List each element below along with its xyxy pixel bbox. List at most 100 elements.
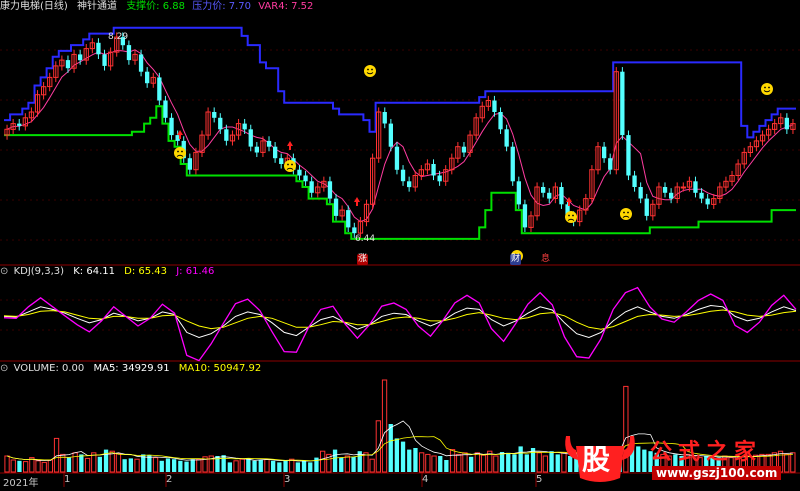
volume-bar [128,458,133,472]
volume-bar [438,456,443,472]
panel-menu-icon[interactable]: ⊙ [0,363,8,374]
event-badge-finance[interactable]: 财 [510,254,521,265]
candle [400,169,406,182]
event-badge-dividend[interactable]: 息 [540,254,551,265]
candle [327,181,333,199]
face-eye [768,86,770,89]
volume-bar [339,457,344,472]
volume-title: VOLUME: 0.00 [13,363,85,374]
volume-bar [283,460,288,472]
indicator-name: 神针通道 [77,1,117,12]
volume-bar [462,452,468,473]
volume-bar [53,437,60,473]
candle [78,54,83,61]
candle [638,187,643,199]
volume-bar [332,449,338,472]
stock-title: 康力电梯(日线) [0,1,68,12]
volume-bar [295,462,300,472]
candle [297,169,302,176]
volume-bar [308,462,313,472]
face-eye [291,163,293,166]
face-eye [623,211,625,214]
volume-bar [413,448,418,472]
volume-bar [79,454,84,472]
face-eye [287,163,289,166]
candle [138,54,144,72]
frown-icon [174,147,186,159]
candle [248,129,253,147]
volume-ma10: MA10: 50947.92 [178,363,262,374]
volume-bar [542,455,549,473]
volume-bar [196,458,202,473]
kdj-j-value: J: 61.46 [176,266,215,277]
volume-bar [252,460,257,472]
var4-readout: VAR4: 7.52 [258,1,313,12]
frown-icon [620,208,632,220]
volume-bar [518,446,523,472]
smile-icon [761,83,773,95]
var4-label: VAR4: [258,1,288,12]
x-tick-label: 5 [536,474,543,485]
candle [187,158,192,170]
kdj-line-k [3,304,797,339]
candle [498,112,503,130]
face-eye [568,214,570,217]
volume-bar [47,459,54,473]
candle [522,204,528,228]
volume-bar [17,460,22,472]
candle [163,100,168,118]
volume-bar [493,455,499,473]
candle [382,112,387,124]
candle [145,71,150,84]
panel-menu-icon[interactable]: ⊙ [0,266,8,277]
candle [157,77,162,101]
volume-bar [84,457,91,473]
candle [333,198,339,216]
low-price-label: 6.44 [355,234,376,244]
volume-bar [512,454,517,472]
volume-bar [499,452,505,472]
kdj-line-j [3,286,797,362]
candle [632,175,637,187]
frown-icon [284,160,296,172]
watermark-site: 公式之家 [650,440,763,465]
volume-bar [4,455,10,473]
candle [547,192,552,199]
volume-bar [246,458,251,472]
face-eye [181,150,183,153]
volume-bar [444,460,449,472]
event-badge-limit-up[interactable]: 涨 [357,254,368,265]
candle [65,60,71,69]
candle [309,181,314,193]
candle [169,117,174,136]
candle [461,146,467,153]
candle [541,187,546,193]
volume-bar [375,420,382,473]
candle [492,100,497,112]
candle [273,146,278,159]
chart-svg [0,26,800,487]
volume-bar [159,460,164,472]
candle [266,140,272,147]
volume-bar [184,461,189,472]
volume-bar [221,455,226,472]
watermark: 股 公式之家 www.gszj100.com [560,428,800,487]
kdj-d-value: D: 65.43 [124,266,168,277]
volume-bar [134,458,140,473]
pressure-readout: 压力价: 7.70 [192,1,251,12]
volume-bar [301,460,307,472]
volume-bar [388,424,393,472]
candle [644,198,649,216]
candle [437,175,442,182]
frown-icon [565,211,577,223]
candle [504,129,509,147]
volume-bar [320,450,326,473]
pressure-label: 压力价: [192,1,226,12]
high-price-label: 8.29 [108,32,129,42]
volume-bar [456,453,462,473]
candle [693,181,698,193]
smile-icon [364,65,376,77]
chart-stage: 康力电梯(日线) 神针通道 支撑价: 6.88 压力价: 7.70 VAR4: … [0,0,800,489]
face-eye [572,214,574,217]
volume-bar [351,456,356,472]
